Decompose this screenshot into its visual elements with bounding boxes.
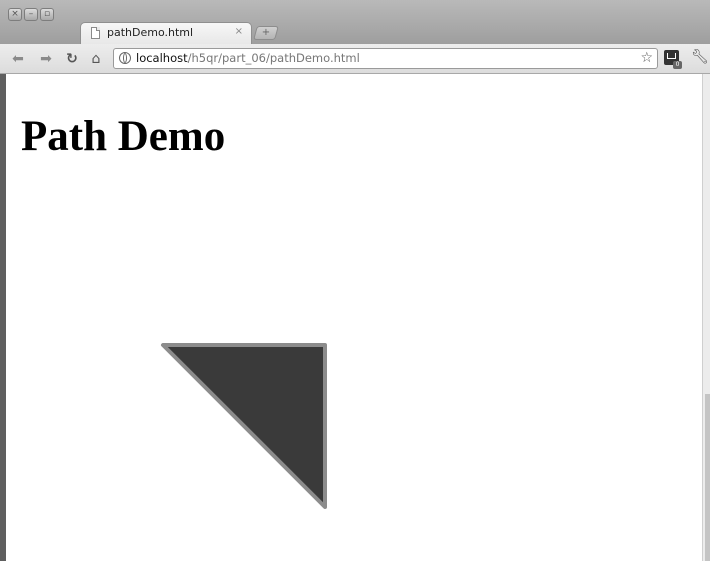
tab-strip: × – ▫ pathDemo.html × +	[0, 0, 710, 44]
url-path: /h5qr/part_06/pathDemo.html	[187, 51, 360, 65]
forward-icon[interactable]: ➡	[38, 50, 54, 68]
url-host: localhost	[136, 51, 188, 65]
back-icon[interactable]: ⬅	[10, 50, 26, 68]
triangle-path	[161, 343, 327, 509]
tab-title: pathDemo.html	[107, 26, 194, 39]
home-icon[interactable]: ⌂	[88, 50, 104, 68]
tab-close-icon[interactable]: ×	[235, 26, 243, 37]
globe-icon	[119, 52, 131, 64]
scrollbar[interactable]	[702, 74, 710, 561]
wrench-icon[interactable]: 🔧︎	[691, 49, 709, 65]
tab-pathdemo[interactable]: pathDemo.html ×	[80, 22, 252, 44]
browser-window: × – ▫ pathDemo.html × + ⬅ ➡ ↻ ⌂ localhos…	[0, 0, 710, 561]
maximize-icon[interactable]: ▫	[40, 8, 54, 21]
page-icon	[91, 27, 100, 39]
url-text: localhost/h5qr/part_06/pathDemo.html	[136, 51, 360, 66]
page-viewport: Path Demo	[6, 74, 702, 561]
scrollbar-thumb[interactable]	[705, 394, 710, 561]
minimize-icon[interactable]: –	[24, 8, 38, 21]
star-icon[interactable]: ☆	[640, 49, 653, 68]
address-bar[interactable]: localhost/h5qr/part_06/pathDemo.html ☆	[113, 48, 658, 69]
new-tab-button[interactable]: +	[253, 26, 279, 40]
plus-icon: +	[261, 27, 271, 38]
toolbar: ⬅ ➡ ↻ ⌂ localhost/h5qr/part_06/pathDemo.…	[0, 44, 710, 74]
extension-badge: 0	[673, 61, 682, 69]
reload-icon[interactable]: ↻	[64, 50, 80, 68]
canvas	[161, 343, 327, 509]
close-window-icon[interactable]: ×	[8, 8, 22, 21]
